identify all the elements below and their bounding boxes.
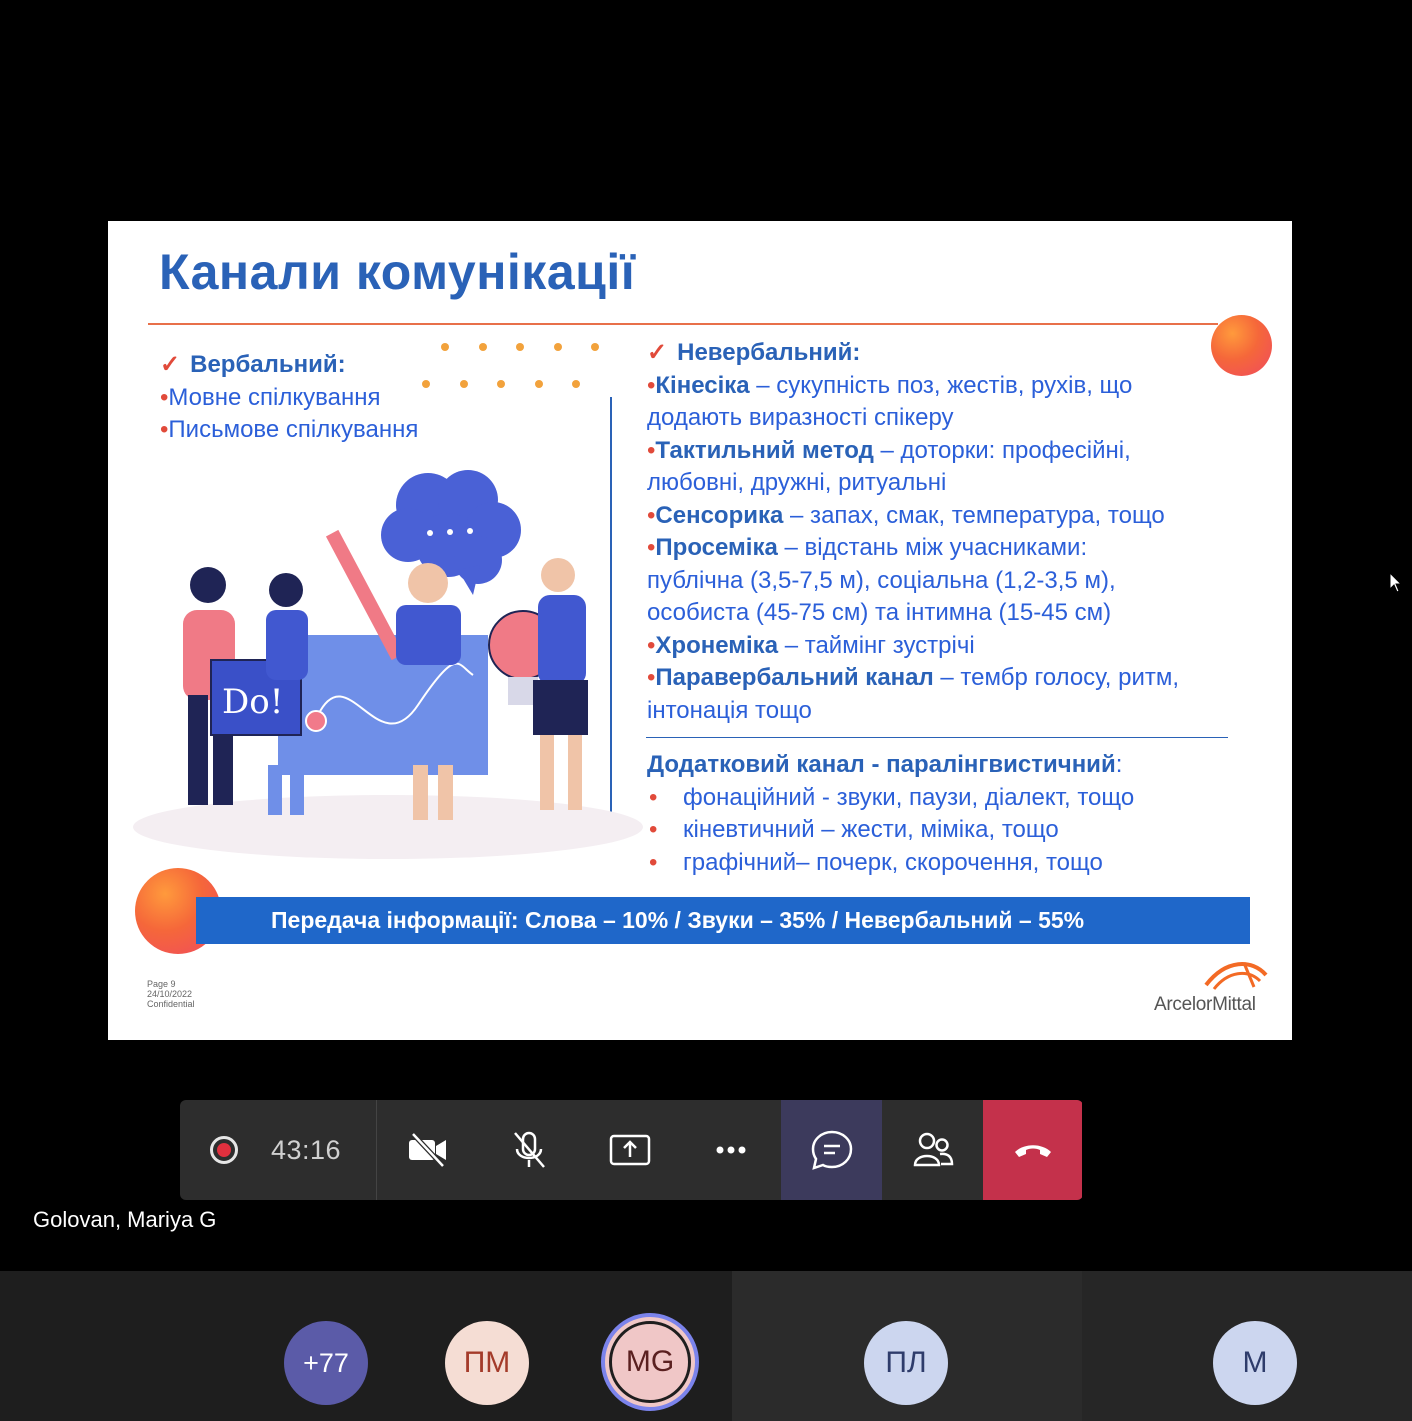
verbal-heading: Вербальний: — [190, 351, 346, 378]
extra-heading: Додатковий канал - паралінгвистичний — [647, 751, 1116, 778]
nonverbal-text: – таймінг зустрічі — [778, 631, 975, 659]
footer-confidential: Confidential — [147, 999, 195, 1009]
participants-button[interactable] — [882, 1100, 983, 1200]
people-illustration: Do! — [133, 470, 643, 859]
more-participants-avatar[interactable]: +77 — [284, 1321, 368, 1405]
slide-title: Канали комунікації — [159, 244, 636, 300]
nonverbal-heading: Невербальний: — [677, 339, 861, 366]
verbal-block: ✓ Вербальний: •Мовне спілкування •Письмов… — [160, 351, 419, 443]
participants-strip: +77 ПМ MG ПЛ M — [0, 1271, 1412, 1421]
nonverbal-term: Просеміка — [655, 534, 778, 561]
verbal-item: Письмове спілкування — [168, 416, 419, 443]
nonverbal-term: Хронеміка — [655, 631, 779, 659]
avatar[interactable]: ПМ — [445, 1321, 529, 1405]
mouse-cursor-icon — [1389, 572, 1403, 593]
extra-item: графічний– почерк, скорочення, тощо — [683, 848, 1103, 876]
checkmark-icon: ✓ — [160, 351, 181, 378]
logo-text: ArcelorMittal — [1154, 994, 1256, 1015]
mic-toggle-button[interactable] — [478, 1100, 579, 1200]
chat-icon — [811, 1130, 852, 1170]
section-divider — [646, 737, 1228, 738]
nonverbal-text: – відстань між учасниками: — [777, 534, 1088, 561]
mic-off-icon — [513, 1131, 545, 1168]
nonverbal-text: – сукупність поз, жестів, рухів, що — [749, 371, 1133, 399]
info-banner: Передача інформації: Слова – 10% / Звуки… — [196, 897, 1250, 944]
avatar-active-speaker[interactable]: MG — [601, 1313, 699, 1411]
extra-channel-block: Додатковий канал - паралінгвистичний: • ф… — [647, 751, 1135, 876]
footer-date: 24/10/2022 — [147, 989, 193, 999]
checkmark-icon: ✓ — [647, 339, 668, 366]
hang-up-icon — [1014, 1145, 1051, 1157]
meeting-timer: 43:16 — [271, 1134, 342, 1165]
camera-toggle-button[interactable] — [377, 1100, 478, 1200]
avatar-initials: MG — [609, 1321, 691, 1403]
camera-off-icon — [408, 1132, 446, 1168]
more-icon — [716, 1146, 745, 1154]
more-options-button[interactable] — [680, 1100, 781, 1200]
nonverbal-block: ✓ Невербальний: •Кінесіка – сукупність по… — [647, 339, 1180, 724]
meeting-toolbar: 43:16 — [180, 1100, 1083, 1200]
share-screen-icon — [609, 1134, 650, 1166]
avatar[interactable]: ПЛ — [864, 1321, 948, 1405]
extra-item: фонаційний - звуки, паузи, діалект, тощо — [683, 783, 1135, 811]
nonverbal-term: Тактильний метод — [655, 436, 874, 464]
nonverbal-text: інтонація тощо — [647, 696, 812, 724]
extra-heading-colon: : — [1115, 751, 1123, 778]
recording-indicator: 43:16 — [180, 1100, 377, 1200]
nonverbal-text: публічна (3,5-7,5 м), соціальна (1,2-3,5… — [647, 566, 1116, 594]
sign-text: Do! — [222, 682, 283, 722]
nonverbal-text: любовні, дружні, ритуальні — [647, 469, 947, 496]
chat-button[interactable] — [781, 1100, 882, 1200]
presenter-name: Golovan, Mariya G — [33, 1207, 217, 1232]
nonverbal-term: Паравербальний канал — [655, 664, 934, 691]
nonverbal-term: Кінесіка — [655, 371, 750, 399]
title-rule — [148, 323, 1218, 325]
slide-footer: Page 9 24/10/2022 Confidential — [147, 979, 195, 1009]
nonverbal-text: додають виразності спікеру — [647, 404, 954, 431]
nonverbal-text: – запах, смак, температура, тощо — [783, 501, 1165, 529]
nonverbal-term: Сенсорика — [655, 501, 784, 529]
footer-page: Page 9 — [147, 979, 176, 989]
verbal-item: Мовне спілкування — [168, 383, 381, 411]
hang-up-button[interactable] — [983, 1100, 1082, 1200]
extra-item: кіневтичний – жести, міміка, тощо — [683, 816, 1059, 843]
nonverbal-text: – тембр голосу, ритм, — [933, 664, 1180, 691]
record-icon — [210, 1136, 238, 1164]
decorative-orb — [1211, 315, 1272, 376]
avatar[interactable]: M — [1213, 1321, 1297, 1405]
nonverbal-text: особиста (45-75 см) та інтимна (15-45 см… — [647, 599, 1112, 626]
people-icon — [913, 1132, 953, 1167]
shared-slide: Канали комунікації ✓ Вербальний: •Мовне с… — [108, 221, 1292, 1040]
nonverbal-text: – доторки: професійні, — [873, 436, 1131, 464]
share-screen-button[interactable] — [579, 1100, 680, 1200]
